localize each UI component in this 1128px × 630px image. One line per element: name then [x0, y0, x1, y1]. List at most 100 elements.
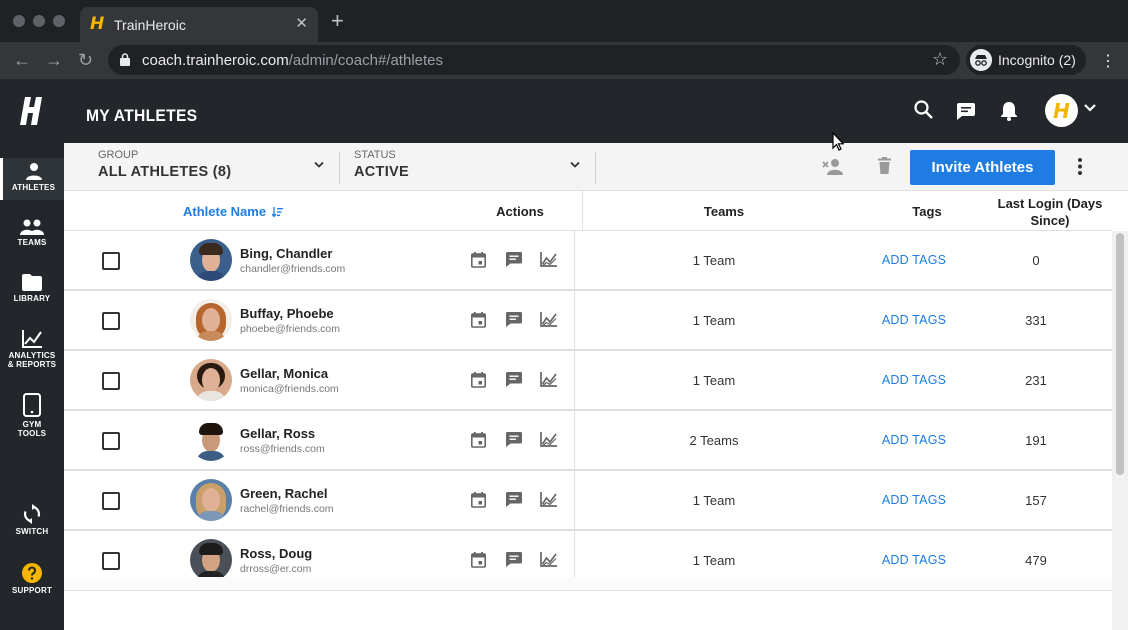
- chevron-down-icon[interactable]: [1083, 103, 1097, 113]
- table-row[interactable]: Green, Rachel rachel@friends.com 1 Team …: [64, 471, 1112, 531]
- browser-menu-icon[interactable]: ⋮: [1100, 51, 1116, 71]
- sidebar-item-analytics[interactable]: ANALYTICS & REPORTS: [0, 330, 64, 376]
- trainheroic-logo[interactable]: [0, 79, 64, 143]
- chart-icon[interactable]: [540, 252, 557, 267]
- sidebar-item-teams[interactable]: TEAMS: [0, 219, 64, 259]
- row-checkbox[interactable]: [102, 552, 120, 570]
- invite-athletes-button[interactable]: Invite Athletes: [910, 150, 1055, 185]
- row-checkbox[interactable]: [102, 372, 120, 390]
- athlete-name[interactable]: Buffay, Phoebe: [240, 306, 334, 321]
- sidebar-item-switch[interactable]: SWITCH: [0, 504, 64, 538]
- add-tags-link[interactable]: ADD TAGS: [864, 553, 964, 567]
- chart-icon[interactable]: [540, 372, 557, 387]
- athlete-email: rachel@friends.com: [240, 503, 334, 515]
- forward-icon[interactable]: →: [45, 50, 63, 70]
- message-icon[interactable]: [957, 103, 975, 120]
- sidebar-label-athletes: ATHLETES: [11, 183, 56, 192]
- row-checkbox[interactable]: [102, 432, 120, 450]
- add-tags-link[interactable]: ADD TAGS: [864, 313, 964, 327]
- calendar-icon[interactable]: [471, 492, 486, 508]
- sidebar-item-library[interactable]: LIBRARY: [0, 274, 64, 314]
- table-footer-area: [64, 577, 1112, 591]
- incognito-badge[interactable]: Incognito (2): [966, 45, 1086, 75]
- sidebar-item-gym-tools[interactable]: GYM TOOLS: [0, 393, 64, 443]
- column-header-tags: Tags: [912, 204, 942, 219]
- scrollbar-thumb[interactable]: [1116, 233, 1124, 475]
- calendar-icon[interactable]: [471, 432, 486, 448]
- message-icon[interactable]: [506, 372, 522, 387]
- chart-icon[interactable]: [540, 312, 557, 327]
- athlete-teams[interactable]: 1 Team: [654, 493, 774, 508]
- athlete-teams[interactable]: 2 Teams: [654, 433, 774, 448]
- table-row[interactable]: Bing, Chandler chandler@friends.com 1 Te…: [64, 231, 1112, 291]
- chart-icon[interactable]: [540, 552, 557, 567]
- column-header-athlete-name[interactable]: Athlete Name: [183, 204, 283, 219]
- athlete-name[interactable]: Ross, Doug: [240, 546, 312, 561]
- athlete-teams[interactable]: 1 Team: [654, 313, 774, 328]
- window-close-dot[interactable]: [13, 15, 25, 27]
- new-tab-icon[interactable]: +: [331, 10, 344, 32]
- window-minimize-dot[interactable]: [33, 15, 45, 27]
- table-row[interactable]: Gellar, Monica monica@friends.com 1 Team…: [64, 351, 1112, 411]
- athlete-photo: [190, 299, 232, 341]
- last-login-days: 231: [1025, 373, 1047, 388]
- table-row[interactable]: Buffay, Phoebe phoebe@friends.com 1 Team…: [64, 291, 1112, 351]
- trash-icon[interactable]: [878, 157, 891, 174]
- incognito-label: Incognito (2): [998, 52, 1076, 68]
- bookmark-star-icon[interactable]: ☆: [932, 49, 948, 70]
- add-tags-link[interactable]: ADD TAGS: [864, 373, 964, 387]
- row-checkbox[interactable]: [102, 492, 120, 510]
- more-vertical-icon[interactable]: [1078, 158, 1082, 175]
- calendar-icon[interactable]: [471, 312, 486, 328]
- remove-user-icon[interactable]: [822, 158, 843, 175]
- message-icon[interactable]: [506, 552, 522, 567]
- athlete-teams[interactable]: 1 Team: [654, 553, 774, 568]
- filter-divider: [595, 152, 596, 184]
- bell-icon[interactable]: [1000, 101, 1018, 121]
- browser-tab[interactable]: H TrainHeroic ✕: [80, 7, 318, 42]
- window-zoom-dot[interactable]: [53, 15, 65, 27]
- message-icon[interactable]: [506, 492, 522, 507]
- reload-icon[interactable]: ↻: [78, 50, 93, 70]
- athlete-name[interactable]: Green, Rachel: [240, 486, 327, 501]
- url-path: /admin/coach#/athletes: [288, 52, 443, 69]
- address-bar[interactable]: coach.trainheroic.com/admin/coach#/athle…: [108, 45, 960, 75]
- row-checkbox[interactable]: [102, 312, 120, 330]
- athlete-name[interactable]: Gellar, Ross: [240, 426, 315, 441]
- chart-icon[interactable]: [540, 432, 557, 447]
- group-filter-value: ALL ATHLETES (8): [98, 164, 232, 180]
- athlete-teams[interactable]: 1 Team: [654, 253, 774, 268]
- sidebar-item-athletes[interactable]: ATHLETES: [0, 158, 64, 200]
- photo-hair: [199, 543, 223, 555]
- athlete-name[interactable]: Bing, Chandler: [240, 246, 332, 261]
- user-avatar[interactable]: H: [1045, 94, 1078, 127]
- tab-close-icon[interactable]: ✕: [295, 14, 308, 32]
- athlete-name[interactable]: Gellar, Monica: [240, 366, 328, 381]
- table-row[interactable]: Gellar, Ross ross@friends.com 2 Teams AD…: [64, 411, 1112, 471]
- athlete-teams[interactable]: 1 Team: [654, 373, 774, 388]
- search-icon[interactable]: [914, 100, 933, 119]
- add-tags-link[interactable]: ADD TAGS: [864, 493, 964, 507]
- calendar-icon[interactable]: [471, 252, 486, 268]
- status-filter[interactable]: STATUS ACTIVE: [354, 143, 584, 190]
- add-tags-link[interactable]: ADD TAGS: [864, 433, 964, 447]
- chevron-down-icon: [570, 161, 580, 168]
- calendar-icon[interactable]: [471, 372, 486, 388]
- back-icon[interactable]: ←: [13, 50, 31, 70]
- tablet-icon: [23, 393, 41, 417]
- chart-icon[interactable]: [540, 492, 557, 507]
- message-icon[interactable]: [506, 252, 522, 267]
- add-tags-link[interactable]: ADD TAGS: [864, 253, 964, 267]
- table-row[interactable]: Ross, Doug drross@er.com 1 Team ADD TAGS…: [64, 531, 1112, 577]
- calendar-icon[interactable]: [471, 552, 486, 568]
- folder-icon: [22, 274, 42, 291]
- column-header-last-login[interactable]: Last Login (Days Since): [990, 195, 1110, 229]
- row-checkbox[interactable]: [102, 252, 120, 270]
- message-icon[interactable]: [506, 312, 522, 327]
- filter-divider: [339, 152, 340, 184]
- sidebar-label-gym-line2: TOOLS: [17, 429, 47, 438]
- lock-icon: [120, 53, 130, 66]
- message-icon[interactable]: [506, 432, 522, 447]
- sidebar-item-support[interactable]: SUPPORT: [0, 563, 64, 597]
- group-filter[interactable]: GROUP ALL ATHLETES (8): [98, 143, 328, 190]
